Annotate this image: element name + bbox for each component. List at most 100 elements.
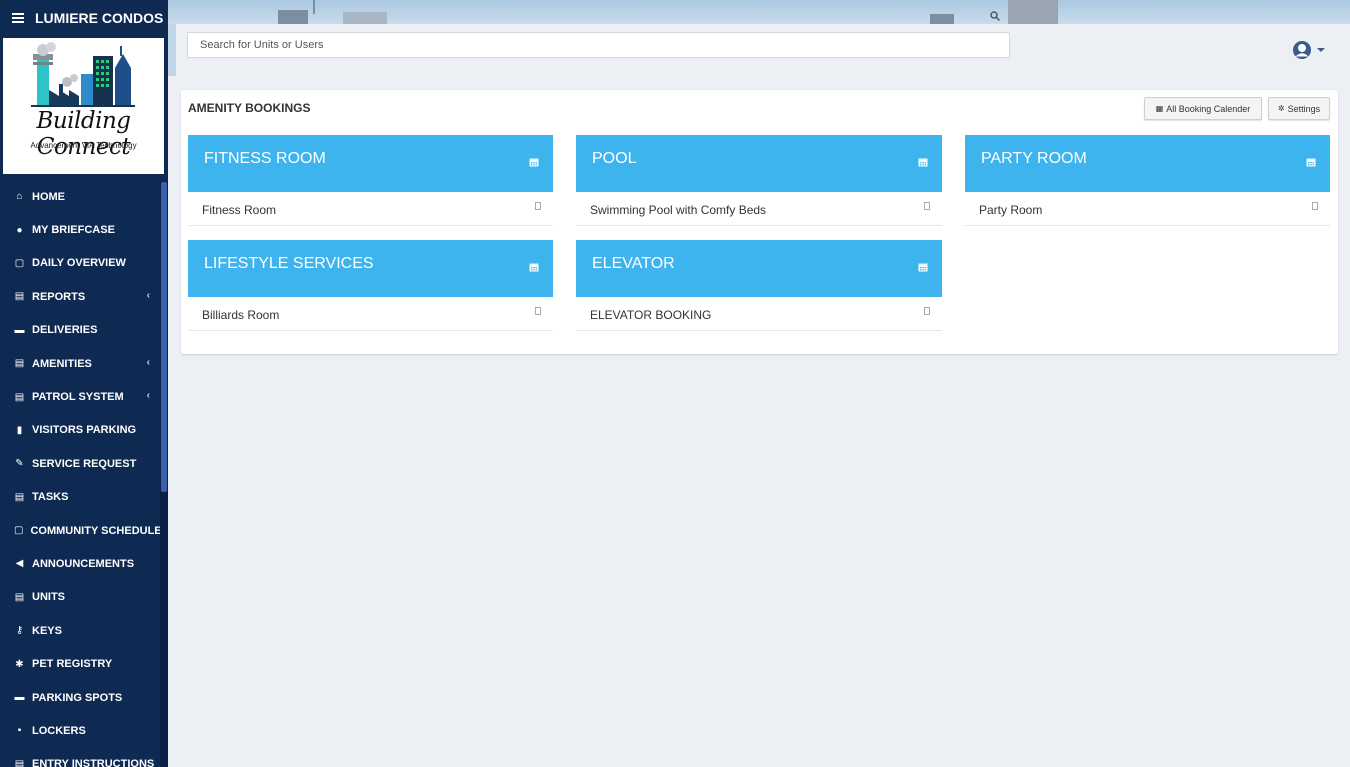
sidebar-item-label: TASKS	[32, 491, 69, 504]
logo-tagline: Advancement VIA Technology	[30, 141, 137, 150]
amenity-card-party-room[interactable]: PARTY ROOM Party Room	[965, 135, 1330, 226]
sidebar-item-label: UNITS	[32, 591, 65, 604]
sidebar-item-amenities[interactable]: ▤ AMENITIES ‹	[0, 347, 160, 380]
sidebar-item-label: SERVICE REQUEST	[32, 457, 137, 470]
sidebar-item-lockers[interactable]: ▪ LOCKERS	[0, 714, 160, 747]
sidebar-item-units[interactable]: ▤ UNITS	[0, 581, 160, 614]
list-icon: ▤	[14, 291, 25, 303]
bullhorn-icon: ◀	[15, 558, 24, 570]
amenity-card-header[interactable]: ELEVATOR	[576, 240, 942, 297]
square-icon[interactable]	[535, 307, 541, 315]
sidebar-item-patrol-system[interactable]: ▤ PATROL SYSTEM ‹	[0, 380, 160, 413]
amenity-card-pool[interactable]: POOL Swimming Pool with Comfy Beds	[576, 135, 942, 226]
sidebar-item-label: DELIVERIES	[32, 324, 98, 337]
sidebar-item-label: MY BRIEFCASE	[32, 224, 115, 237]
user-menu[interactable]	[1292, 40, 1328, 60]
sidebar-item-service-request[interactable]: ✎ SERVICE REQUEST	[0, 447, 160, 480]
sidebar-item-visitors-parking[interactable]: ▮ VISITORS PARKING	[0, 414, 160, 447]
square-icon[interactable]	[1312, 202, 1318, 210]
all-booking-calendar-label: All Booking Calender	[1166, 103, 1251, 114]
list-icon: ▤	[14, 491, 25, 503]
settings-button[interactable]: ✲ Settings	[1268, 97, 1330, 120]
building-connect-logo[interactable]: Building Connect Advancement VIA Technol…	[3, 38, 164, 174]
calendar-icon[interactable]	[918, 157, 928, 167]
amenity-card-body[interactable]: ELEVATOR BOOKING	[576, 297, 942, 331]
chevron-left-icon[interactable]: ‹	[147, 290, 150, 301]
sidebar-item-label: PATROL SYSTEM	[32, 391, 124, 404]
sidebar-item-home[interactable]: ⌂ HOME	[0, 180, 160, 213]
sidebar: LUMIERE CONDOS Building Connect Advancem…	[0, 0, 168, 767]
truck-icon: ▬	[14, 324, 25, 336]
list-icon: ▤	[14, 591, 25, 603]
header-background-image	[168, 0, 1350, 24]
calendar-icon[interactable]	[1306, 157, 1316, 167]
sidebar-scrollbar-thumb[interactable]	[161, 182, 167, 492]
sidebar-item-community-schedule[interactable]: ▢ COMMUNITY SCHEDULE	[0, 514, 162, 547]
amenity-card-description: ELEVATOR BOOKING	[590, 308, 712, 322]
chevron-left-icon[interactable]: ‹	[147, 357, 150, 368]
sidebar-item-label: HOME	[32, 190, 65, 203]
amenity-card-header[interactable]: PARTY ROOM	[965, 135, 1330, 192]
amenity-card-header[interactable]: POOL	[576, 135, 942, 192]
amenity-card-body[interactable]: Party Room	[965, 192, 1330, 226]
amenity-card-header[interactable]: FITNESS ROOM	[188, 135, 553, 192]
sidebar-scrollbar[interactable]	[160, 182, 168, 767]
calendar-icon[interactable]	[918, 262, 928, 272]
amenity-card-elevator[interactable]: ELEVATOR ELEVATOR BOOKING	[576, 240, 942, 331]
amenity-card-lifestyle-services[interactable]: LIFESTYLE SERVICES Billiards Room	[188, 240, 553, 331]
sidebar-item-tasks[interactable]: ▤ TASKS	[0, 481, 160, 514]
list-icon: ▤	[14, 758, 25, 767]
sidebar-item-daily-overview[interactable]: ▢ DAILY OVERVIEW	[0, 247, 160, 280]
building-icon: ▮	[16, 424, 23, 436]
calendar-icon[interactable]	[529, 157, 539, 167]
gear-icon: ✲	[1277, 104, 1285, 113]
square-icon[interactable]	[924, 307, 930, 315]
hamburger-menu-icon[interactable]	[12, 13, 24, 23]
car-icon: ▬	[14, 692, 25, 704]
amenity-card-title: LIFESTYLE SERVICES	[204, 255, 374, 272]
amenity-card-body[interactable]: Swimming Pool with Comfy Beds	[576, 192, 942, 226]
key-icon: ⚷	[15, 625, 24, 637]
sidebar-item-reports[interactable]: ▤ REPORTS ‹	[0, 280, 160, 313]
calendar-icon[interactable]	[529, 262, 539, 272]
chevron-left-icon[interactable]: ‹	[147, 390, 150, 401]
sidebar-item-label: KEYS	[32, 624, 62, 637]
square-icon[interactable]	[924, 202, 930, 210]
sidebar-item-deliveries[interactable]: ▬ DELIVERIES	[0, 314, 160, 347]
globe-icon: ●	[16, 224, 23, 236]
logo-title: Building Connect	[36, 108, 131, 160]
amenity-card-fitness-room[interactable]: FITNESS ROOM Fitness Room	[188, 135, 553, 226]
sidebar-item-label: ENTRY INSTRUCTIONS	[32, 758, 155, 767]
amenity-card-description: Fitness Room	[202, 203, 277, 217]
amenity-card-description: Swimming Pool with Comfy Beds	[590, 203, 767, 217]
square-icon[interactable]	[535, 202, 541, 210]
calendar-icon: ▦	[1155, 104, 1164, 113]
sidebar-item-label: DAILY OVERVIEW	[32, 257, 126, 270]
chevron-down-icon[interactable]	[1317, 48, 1325, 52]
sidebar-item-parking-spots[interactable]: ▬ PARKING SPOTS	[0, 681, 160, 714]
sidebar-item-announcements[interactable]: ◀ ANNOUNCEMENTS	[0, 547, 160, 580]
sidebar-item-label: AMENITIES	[32, 357, 92, 370]
sidebar-item-keys[interactable]: ⚷ KEYS	[0, 614, 160, 647]
sidebar-item-entry-instructions[interactable]: ▤ ENTRY INSTRUCTIONS	[0, 748, 160, 767]
wrench-icon: ✎	[15, 458, 24, 470]
all-booking-calendar-button[interactable]: ▦ All Booking Calender	[1144, 97, 1262, 120]
sidebar-item-label: VISITORS PARKING	[32, 424, 137, 437]
amenity-card-description: Billiards Room	[202, 308, 280, 322]
sidebar-item-my-briefcase[interactable]: ● MY BRIEFCASE	[0, 213, 160, 246]
settings-label: Settings	[1287, 103, 1321, 114]
amenity-card-body[interactable]: Fitness Room	[188, 192, 553, 226]
amenity-card-header[interactable]: LIFESTYLE SERVICES	[188, 240, 553, 297]
amenity-card-body[interactable]: Billiards Room	[188, 297, 553, 331]
sidebar-nav: ⌂ HOME ● MY BRIEFCASE ▢ DAILY OVERVIEW ▤ REPORT…	[0, 180, 162, 767]
amenity-card-description: Party Room	[979, 203, 1043, 217]
user-avatar-icon[interactable]	[1292, 40, 1312, 60]
search-icon[interactable]	[990, 11, 1000, 21]
sidebar-item-pet-registry[interactable]: ✱ PET REGISTRY	[0, 647, 160, 680]
search-input[interactable]: Search for Units or Users	[187, 32, 1010, 58]
sidebar-item-label: LOCKERS	[32, 724, 86, 737]
sidebar-item-label: PET REGISTRY	[32, 658, 113, 671]
page-title: AMENITY BOOKINGS	[188, 101, 311, 115]
amenity-card-title: POOL	[592, 150, 637, 167]
brand-bar[interactable]: LUMIERE CONDOS	[0, 0, 168, 36]
